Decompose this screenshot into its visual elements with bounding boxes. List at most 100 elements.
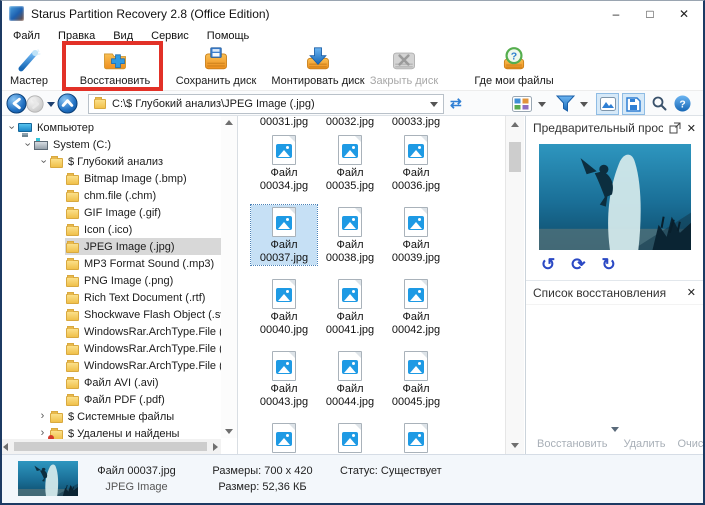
- scroll-right-arrow-icon[interactable]: [213, 442, 218, 451]
- menu-service[interactable]: Сервис: [142, 30, 198, 42]
- rotate-left-icon[interactable]: ↺: [541, 255, 555, 275]
- filter-funnel-icon[interactable]: [556, 95, 575, 112]
- menu-help[interactable]: Помощь: [198, 30, 259, 42]
- up-button[interactable]: [57, 93, 78, 114]
- file-item[interactable]: Файл 00038.jpg: [317, 205, 383, 265]
- file-item[interactable]: Файл 00047.jpg: [317, 421, 383, 454]
- scroll-left-arrow-icon[interactable]: [3, 442, 8, 451]
- mount-disk-button[interactable]: Монтировать диск: [266, 46, 370, 87]
- file-item[interactable]: Файл 00045.jpg: [383, 349, 449, 409]
- tree-item[interactable]: chm.file (.chm): [0, 187, 221, 204]
- refresh-icon[interactable]: ⇄: [450, 95, 462, 112]
- file-item[interactable]: Файл 00039.jpg: [383, 205, 449, 265]
- file-item-prefix: Файл: [270, 383, 298, 395]
- tree-item[interactable]: Rich Text Document (.rtf): [0, 289, 221, 306]
- where-are-my-files-button[interactable]: ? Где мои файлы: [472, 46, 556, 87]
- tree-chevron-icon[interactable]: [36, 156, 49, 167]
- tree-item[interactable]: Файл PDF (.pdf): [0, 391, 221, 408]
- tree-item[interactable]: WindowsRar.ArchType.File (.gz: [0, 340, 237, 357]
- file-item[interactable]: Файл 00043.jpg: [251, 349, 317, 409]
- save-disk-button[interactable]: Сохранить диск: [166, 46, 266, 87]
- address-dropdown-caret[interactable]: [430, 101, 438, 107]
- file-item[interactable]: Файл 00034.jpg: [251, 133, 317, 193]
- tree-chevron-icon[interactable]: [4, 122, 17, 133]
- file-item[interactable]: Файл 00036.jpg: [383, 133, 449, 193]
- recovery-list-close-icon[interactable]: ✕: [687, 286, 696, 299]
- tree-item[interactable]: MP3 Format Sound (.mp3): [0, 255, 221, 272]
- rotate-right-icon[interactable]: ↻: [602, 255, 616, 275]
- view-mode-icon[interactable]: [512, 96, 532, 112]
- menu-file[interactable]: Файл: [4, 30, 49, 42]
- clear-list-button[interactable]: Очистить: [671, 438, 705, 450]
- search-icon[interactable]: [652, 96, 667, 111]
- file-grid: Файл 00034.jpg Файл 00035.jpg Файл 00036…: [239, 131, 505, 454]
- address-bar[interactable]: C:\$ Глубокий анализ\JPEG Image (.jpg): [88, 94, 444, 114]
- tree-item-icon: [50, 155, 63, 168]
- back-button[interactable]: [6, 93, 27, 114]
- history-dropdown-caret[interactable]: [47, 102, 55, 107]
- status-size-value: 52,36 КБ: [262, 481, 307, 493]
- scrollbar-thumb[interactable]: [14, 442, 207, 451]
- tree-horizontal-scrollbar[interactable]: [0, 439, 221, 454]
- file-item-name-partial[interactable]: 00032.jpg: [317, 116, 383, 131]
- recover-button[interactable]: Восстановить: [68, 46, 162, 87]
- view-mode-caret[interactable]: [538, 102, 546, 107]
- tree-item[interactable]: WindowsRar.ArchType.File (.zip: [0, 357, 237, 374]
- tree-item[interactable]: JPEG Image (.jpg): [0, 238, 221, 255]
- file-item[interactable]: Файл 00046.jpg: [251, 421, 317, 454]
- scroll-up-arrow-icon[interactable]: [511, 122, 519, 127]
- tree-item-icon: [66, 325, 79, 338]
- tree-item[interactable]: WindowsRar.ArchType.File (.ca: [0, 323, 237, 340]
- forward-button[interactable]: [26, 95, 44, 113]
- file-item[interactable]: Файл 00041.jpg: [317, 277, 383, 337]
- tree-item[interactable]: GIF Image (.gif): [0, 204, 221, 221]
- tree-chevron-icon[interactable]: [36, 411, 49, 422]
- wizard-button[interactable]: Мастер: [2, 46, 56, 87]
- tree-item[interactable]: $ Системные файлы: [0, 408, 221, 425]
- file-item-name-partial[interactable]: 00031.jpg: [251, 116, 317, 131]
- file-item[interactable]: Файл 00044.jpg: [317, 349, 383, 409]
- delete-from-list-button[interactable]: Удалить: [617, 438, 671, 450]
- tree-item-label: MP3 Format Sound (.mp3): [84, 257, 215, 270]
- recover-folder-icon: [104, 53, 126, 70]
- scroll-up-arrow-icon[interactable]: [225, 120, 233, 125]
- scroll-down-arrow-icon[interactable]: [225, 429, 233, 434]
- preview-panel-toggle[interactable]: [596, 93, 619, 115]
- rotate-toolbar: ↺ ⟳ ↻: [526, 250, 703, 280]
- tree-item-label: PNG Image (.png): [84, 274, 174, 287]
- tree-item-label: Файл PDF (.pdf): [84, 393, 165, 406]
- grid-vertical-scrollbar[interactable]: [505, 116, 524, 454]
- file-item[interactable]: Файл 00037.jpg: [250, 204, 318, 266]
- tree-chevron-icon[interactable]: [20, 139, 33, 150]
- minimize-button[interactable]: –: [599, 0, 633, 27]
- tree-item[interactable]: Файл AVI (.avi): [0, 374, 221, 391]
- close-button[interactable]: ✕: [667, 0, 701, 27]
- maximize-button[interactable]: □: [633, 0, 667, 27]
- image-file-icon: [404, 351, 428, 381]
- recovery-list-toggle[interactable]: [622, 93, 645, 115]
- scrollbar-thumb[interactable]: [509, 142, 521, 172]
- tree-item[interactable]: $ Глубокий анализ: [0, 153, 221, 170]
- undock-icon[interactable]: [669, 122, 681, 134]
- preview-close-icon[interactable]: ✕: [687, 122, 696, 135]
- file-item[interactable]: Файл 00042.jpg: [383, 277, 449, 337]
- tree-vertical-scrollbar[interactable]: [221, 116, 237, 438]
- help-icon[interactable]: ?: [674, 95, 691, 112]
- file-item[interactable]: Файл 00040.jpg: [251, 277, 317, 337]
- recover-selected-button[interactable]: Восстановить: [531, 438, 613, 450]
- tree-item[interactable]: Icon (.ico): [0, 221, 221, 238]
- tree-item[interactable]: Shockwave Flash Object (.swf): [0, 306, 235, 323]
- file-item-name-partial[interactable]: 00033.jpg: [383, 116, 449, 131]
- menu-edit[interactable]: Правка: [49, 30, 104, 42]
- tree-item[interactable]: PNG Image (.png): [0, 272, 221, 289]
- file-item[interactable]: Файл 00035.jpg: [317, 133, 383, 193]
- filter-caret[interactable]: [580, 102, 588, 107]
- tree-item[interactable]: Bitmap Image (.bmp): [0, 170, 221, 187]
- scroll-down-arrow-icon[interactable]: [511, 443, 519, 448]
- tree-item[interactable]: System (C:): [0, 136, 221, 153]
- tree-item[interactable]: Компьютер: [0, 119, 221, 136]
- rotate-180-icon[interactable]: ⟳: [571, 255, 585, 275]
- menu-view[interactable]: Вид: [104, 30, 142, 42]
- file-item[interactable]: Файл 00048.jpg: [383, 421, 449, 454]
- collapse-caret-icon[interactable]: [526, 425, 703, 434]
